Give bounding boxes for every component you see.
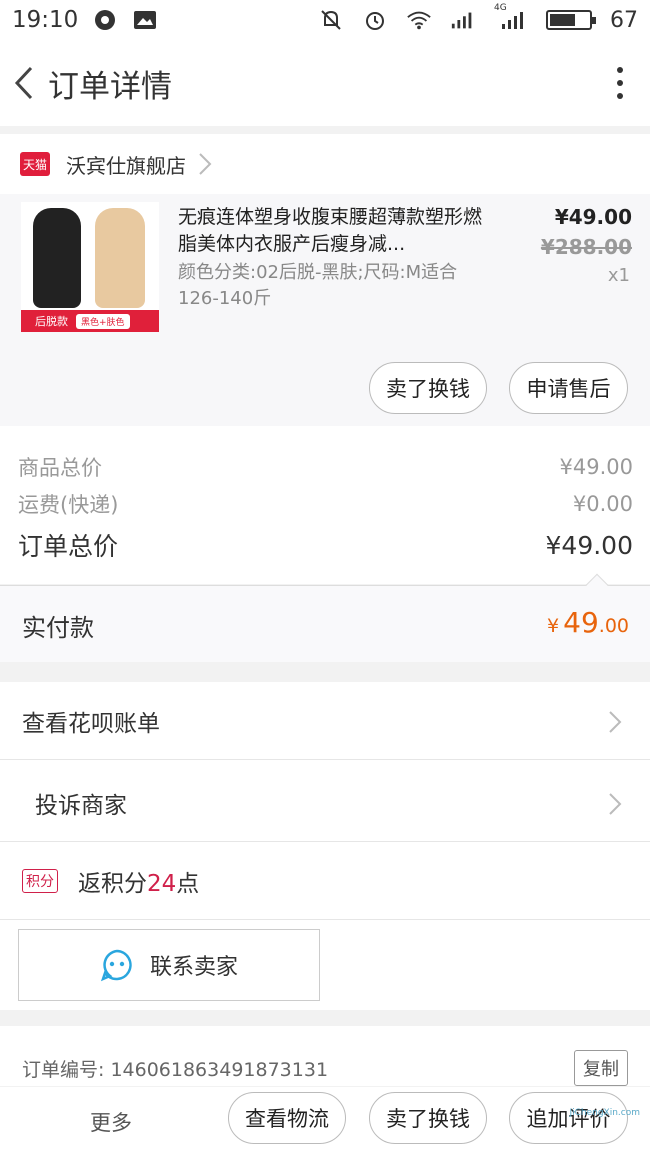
order-info: 订单编号: 146061863491873131 复制: [0, 1026, 650, 1086]
points-prefix: 返积分: [78, 870, 147, 897]
product-thumbnail[interactable]: 后脱款 黑色+肤色: [21, 202, 159, 332]
order-item[interactable]: 后脱款 黑色+肤色 无痕连体塑身收腹束腰超薄款塑形燃脂美体内衣服产后瘦身减...…: [0, 194, 650, 426]
thumbnail-label: 后脱款: [35, 315, 68, 328]
price-summary: 商品总价 ¥49.00 运费(快递) ¥0.00 订单总价 ¥49.00: [0, 426, 650, 584]
alarm-icon: [362, 7, 388, 33]
shipping-value: ¥0.00: [572, 492, 633, 516]
huabei-bill-row[interactable]: 查看花呗账单: [0, 682, 650, 760]
product-quantity: x1: [607, 265, 630, 286]
copy-button[interactable]: 复制: [574, 1050, 628, 1086]
page-title: 订单详情: [48, 68, 172, 105]
huabei-bill-label: 查看花呗账单: [22, 710, 160, 737]
shop-name: 沃宾仕旗舰店: [66, 153, 186, 178]
add-review-button[interactable]: 追加评价: [509, 1092, 628, 1144]
product-original-price: ¥288.00: [540, 235, 632, 259]
paid-integer: 49: [563, 606, 599, 639]
more-button[interactable]: 更多: [90, 1107, 132, 1137]
bottom-action-bar: 更多 查看物流 卖了换钱 追加评价: [0, 1087, 650, 1155]
shipping-row: 运费(快递) ¥0.00: [18, 489, 633, 519]
chevron-right-icon: [199, 153, 212, 175]
status-bar: 19:10 4G 67: [0, 0, 650, 40]
order-total-row: 订单总价 ¥49.00: [18, 527, 633, 563]
points-suffix: 点: [176, 870, 200, 897]
contact-seller-button[interactable]: 联系卖家: [18, 929, 320, 1001]
more-options-button[interactable]: [590, 40, 650, 126]
chevron-left-icon: [14, 66, 33, 100]
sell-again-button[interactable]: 卖了换钱: [369, 1092, 487, 1144]
mute-icon: [318, 7, 344, 33]
goods-total-value: ¥49.00: [559, 455, 633, 479]
paid-amount-row: 实付款 ¥ 49 .00: [0, 573, 650, 662]
shipping-label: 运费(快递): [18, 493, 119, 517]
paid-amount: ¥ 49 .00: [547, 606, 629, 639]
chat-bubble-icon: [100, 949, 132, 982]
points-value: 24: [147, 870, 177, 897]
after-sales-button[interactable]: 申请售后: [509, 362, 628, 414]
order-total-label: 订单总价: [18, 532, 119, 561]
chevron-right-icon: [609, 711, 622, 733]
complain-seller-row[interactable]: 投诉商家: [0, 764, 650, 842]
battery-icon: [546, 10, 596, 30]
order-number: 订单编号: 146061863491873131: [22, 1059, 329, 1081]
top-nav-bar: 订单详情: [0, 40, 650, 126]
complain-seller-label: 投诉商家: [35, 792, 127, 819]
goods-total-label: 商品总价: [18, 456, 102, 480]
sell-button[interactable]: 卖了换钱: [369, 362, 487, 414]
product-spec: 颜色分类:02后脱-黑肤;尺码:M适合126-140斤: [178, 262, 458, 309]
product-title: 无痕连体塑身收腹束腰超薄款塑形燃脂美体内衣服产后瘦身减...: [178, 206, 483, 255]
thumbnail-banner: 后脱款 黑色+肤色: [21, 310, 159, 332]
thumbnail-tag: 黑色+肤色: [76, 313, 130, 329]
image-notification-icon: [132, 7, 158, 33]
points-badge: 积分: [22, 868, 58, 893]
paid-decimal: .00: [598, 615, 629, 637]
contact-seller-label: 联系卖家: [149, 955, 238, 980]
paid-currency: ¥: [547, 615, 560, 637]
product-price: ¥49.00: [554, 205, 632, 229]
battery-percent: 67: [610, 7, 638, 33]
points-text: 返积分24点: [78, 864, 199, 898]
signal-icon: [450, 7, 476, 33]
view-logistics-button[interactable]: 查看物流: [228, 1092, 346, 1144]
product-image-black: [33, 208, 81, 308]
signal-4g-icon: 4G: [494, 3, 528, 33]
more-dot-icon: [617, 67, 623, 73]
watermark: JiChengXin.com: [569, 1108, 640, 1118]
status-time: 19:10: [12, 7, 79, 33]
points-row: 积分 返积分24点: [0, 842, 650, 920]
shop-row[interactable]: 天猫 沃宾仕旗舰店: [0, 134, 650, 194]
goods-total-row: 商品总价 ¥49.00: [18, 452, 633, 482]
network-type: 4G: [494, 3, 507, 13]
back-button[interactable]: [4, 40, 44, 126]
wifi-icon: [406, 7, 432, 33]
product-image-nude: [95, 208, 145, 308]
paid-label: 实付款: [22, 614, 94, 642]
more-dot-icon: [617, 93, 623, 99]
order-total-value: ¥49.00: [545, 530, 633, 560]
chevron-right-icon: [609, 793, 622, 815]
sync-icon: [92, 7, 118, 33]
tmall-icon: 天猫: [20, 152, 50, 176]
more-dot-icon: [617, 80, 623, 86]
